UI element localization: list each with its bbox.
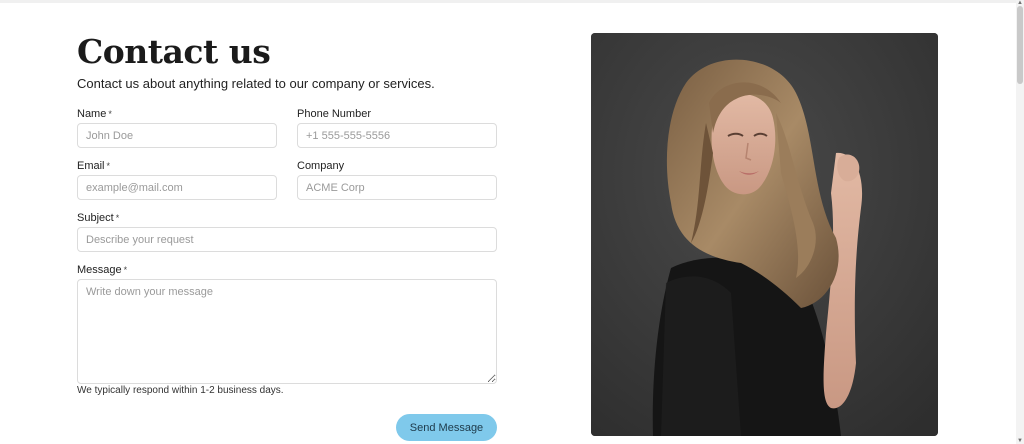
message-textarea[interactable] — [77, 279, 497, 384]
subject-input[interactable] — [77, 227, 497, 252]
page-scrollbar[interactable]: ▲ ▼ — [1016, 0, 1024, 444]
subject-label-text: Subject — [77, 212, 114, 224]
email-field-group: Email * — [77, 159, 277, 200]
email-input[interactable] — [77, 175, 277, 200]
contact-photo — [591, 33, 938, 436]
response-time-hint: We typically respond within 1-2 business… — [77, 385, 284, 396]
subject-label: Subject * — [77, 211, 497, 225]
contact-form-header: Contact us Contact us about anything rel… — [77, 30, 499, 93]
message-label: Message * — [77, 263, 497, 277]
company-field-group: Company — [297, 159, 497, 200]
required-mark: * — [108, 109, 112, 119]
phone-field-group: Phone Number — [297, 107, 497, 148]
send-message-button[interactable]: Send Message — [396, 414, 497, 441]
page-title: Contact us — [77, 32, 271, 71]
required-mark: * — [123, 265, 128, 275]
company-input[interactable] — [297, 175, 497, 200]
name-label-text: Name — [77, 108, 107, 120]
phone-input[interactable] — [297, 123, 497, 148]
company-label: Company — [297, 160, 345, 172]
contact-page: Contact us Contact us about anything rel… — [0, 0, 1024, 444]
name-input[interactable] — [77, 123, 277, 148]
scroll-down-arrow-icon[interactable]: ▼ — [1016, 438, 1024, 444]
top-border — [0, 0, 1016, 3]
email-label: Email * — [77, 159, 277, 173]
name-field-group: Name * — [77, 107, 277, 148]
scrollbar-thumb[interactable] — [1017, 6, 1023, 84]
phone-label: Phone Number — [297, 108, 371, 120]
required-mark: * — [115, 213, 120, 223]
name-label: Name * — [77, 107, 277, 121]
subject-field-group: Subject * — [77, 211, 497, 252]
email-label-text: Email — [77, 160, 105, 172]
message-field-group: Message * — [77, 263, 497, 389]
portrait-image — [591, 33, 938, 436]
page-subtitle: Contact us about anything related to our… — [77, 76, 435, 91]
message-label-text: Message — [77, 264, 122, 276]
required-mark: * — [106, 161, 111, 171]
